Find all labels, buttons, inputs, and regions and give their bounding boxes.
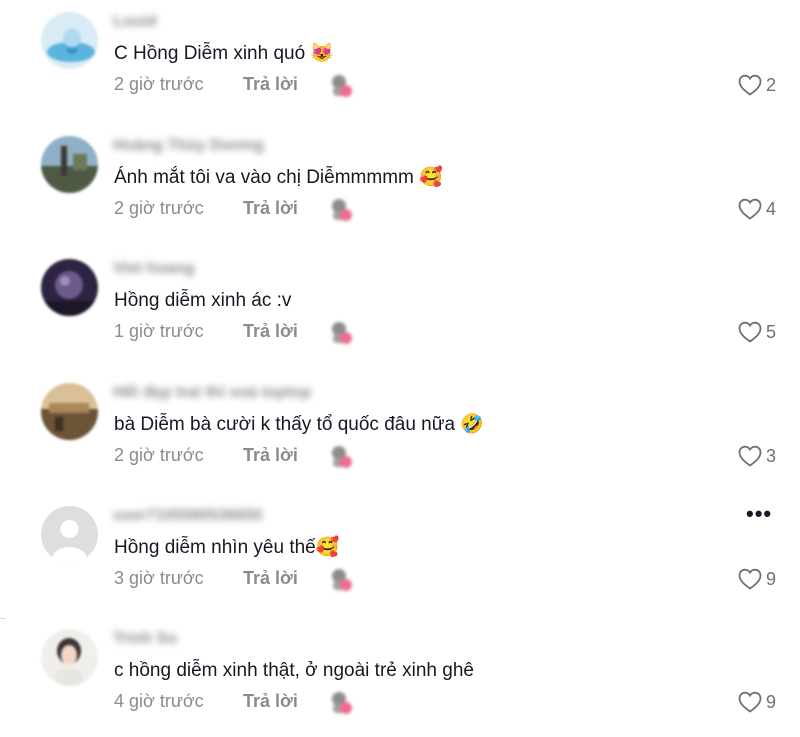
like-button[interactable]: 9 <box>738 567 776 591</box>
comment-time: 2 giờ trước <box>114 198 204 218</box>
heart-icon <box>738 568 762 590</box>
comment-meta: 1 giờ trước Trả lời <box>114 319 352 344</box>
like-count: 2 <box>766 75 777 95</box>
comment-username[interactable]: Louid <box>113 12 157 32</box>
reply-button[interactable]: Trả lời <box>243 566 298 590</box>
like-button[interactable]: 5 <box>738 320 776 344</box>
reply-button[interactable]: Trả lời <box>243 72 298 96</box>
comment-meta: 2 giờ trước Trả lời <box>114 196 352 221</box>
like-count: 9 <box>766 569 777 589</box>
comment-text: Hồng diễm nhìn yêu thế🥰 <box>114 537 340 558</box>
comment-meta: 2 giờ trước Trả lời <box>114 72 352 97</box>
comment-time: 4 giờ trước <box>114 691 204 711</box>
like-count: 3 <box>766 446 777 466</box>
comment-text: Hồng diễm xinh ác :v <box>114 290 292 311</box>
heart-icon <box>738 74 762 96</box>
heart-icon <box>738 321 762 343</box>
default-user-icon <box>41 506 98 563</box>
heart-icon <box>738 445 762 467</box>
comment-meta: 4 giờ trước Trả lời <box>114 689 352 714</box>
like-count: 9 <box>766 692 777 712</box>
creator-mini-avatar <box>332 322 352 344</box>
comment-item: Trinh Su c hồng diễm xinh thật, ở ngoài … <box>0 617 800 737</box>
heart-icon <box>738 691 762 713</box>
comment-username[interactable]: Hết đẹp trai thì xoá toptop <box>113 383 311 403</box>
reply-button[interactable]: Trả lời <box>243 196 298 220</box>
creator-mini-avatar <box>332 569 352 591</box>
like-button[interactable]: 9 <box>738 690 776 714</box>
creator-mini-avatar <box>332 75 352 97</box>
creator-mini-avatar <box>332 199 352 221</box>
avatar[interactable] <box>41 383 98 440</box>
comment-time: 3 giờ trước <box>114 568 204 588</box>
comment-list: Louid C Hồng Diễm xinh quó 😻 2 giờ trước… <box>0 0 800 736</box>
comment-item: user7105580536650 ••• Hồng diễm nhìn yêu… <box>0 494 800 614</box>
creator-mini-avatar <box>332 446 352 468</box>
heart-icon <box>738 198 762 220</box>
comment-text: C Hồng Diễm xinh quó 😻 <box>114 43 335 64</box>
comment-time: 2 giờ trước <box>114 445 204 465</box>
comment-item: Louid C Hồng Diễm xinh quó 😻 2 giờ trước… <box>0 0 800 120</box>
avatar[interactable] <box>41 629 98 686</box>
comment-meta: 3 giờ trước Trả lời <box>114 566 352 591</box>
reply-button[interactable]: Trả lời <box>243 319 298 343</box>
comment-item: Hết đẹp trai thì xoá toptop bà Diễm bà c… <box>0 371 800 491</box>
comment-text: bà Diễm bà cười k thấy tổ quốc đâu nữa 🤣 <box>114 414 484 435</box>
avatar[interactable] <box>41 136 98 193</box>
like-count: 4 <box>766 199 777 219</box>
comment-text: Ánh mắt tôi va vào chị Diễmmmmm 🥰 <box>114 167 443 188</box>
avatar[interactable] <box>41 12 98 69</box>
comment-time: 2 giờ trước <box>114 74 204 94</box>
reply-button[interactable]: Trả lời <box>243 689 298 713</box>
comment-username[interactable]: Viet hoang <box>113 259 195 279</box>
comment-time: 1 giờ trước <box>114 321 204 341</box>
comment-item: Viet hoang Hồng diễm xinh ác :v 1 giờ tr… <box>0 247 800 367</box>
comment-text: c hồng diễm xinh thật, ở ngoài trẻ xinh … <box>114 660 474 681</box>
comment-username[interactable]: Hoàng Thùy Dương <box>113 136 264 156</box>
creator-mini-avatar <box>332 692 352 714</box>
comment-username[interactable]: Trinh Su <box>113 629 177 649</box>
comment-item: Hoàng Thùy Dương Ánh mắt tôi va vào chị … <box>0 124 800 244</box>
default-user-avatar[interactable] <box>41 506 98 563</box>
avatar[interactable] <box>41 259 98 316</box>
comment-username[interactable]: user7105580536650 <box>113 506 262 526</box>
like-button[interactable]: 2 <box>738 73 776 97</box>
reply-button[interactable]: Trả lời <box>243 443 298 467</box>
like-count: 5 <box>766 322 777 342</box>
comment-meta: 2 giờ trước Trả lời <box>114 443 352 468</box>
like-button[interactable]: 4 <box>738 197 776 221</box>
like-button[interactable]: 3 <box>738 444 776 468</box>
more-options-icon[interactable]: ••• <box>746 503 772 525</box>
